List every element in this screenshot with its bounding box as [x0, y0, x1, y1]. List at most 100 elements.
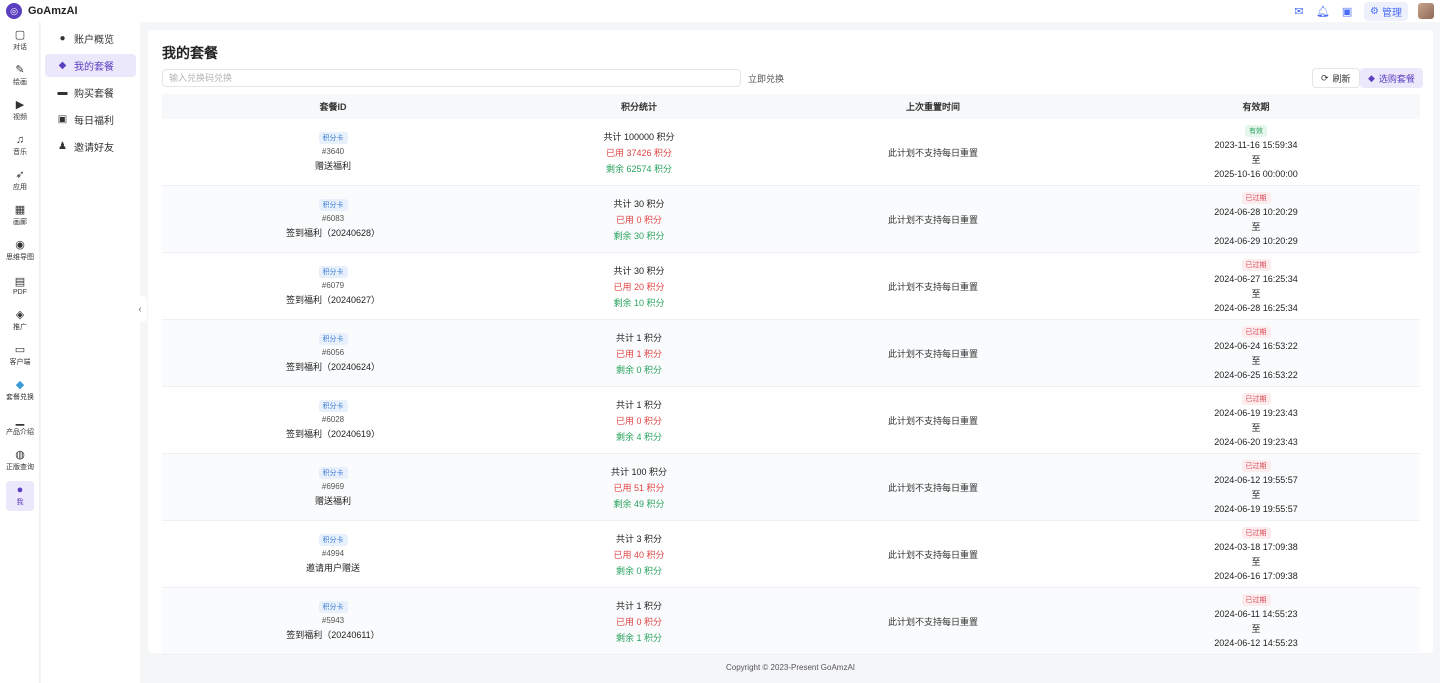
diamond-icon: ◆: [15, 379, 25, 391]
rail-item-promote[interactable]: ◈ 推广: [6, 306, 34, 336]
bell-icon[interactable]: 🔔︎: [1316, 4, 1330, 18]
package-name: 赠送福利: [314, 496, 351, 506]
brand[interactable]: ◎ GoAmzAI: [0, 3, 78, 19]
valid-to-separator: 至: [1251, 222, 1261, 232]
page-title: 我的套餐: [162, 45, 218, 61]
rail-item-verify[interactable]: ◍ 正版查询: [6, 446, 34, 476]
status-badge: 已过期: [1241, 594, 1271, 606]
points-remaining: 剩余 0 积分: [615, 565, 662, 576]
redeem-code-input[interactable]: [162, 69, 741, 87]
rail-item-me[interactable]: ● 我: [6, 481, 34, 511]
subnav-item-my-packages[interactable]: ◆ 我的套餐: [45, 54, 136, 77]
valid-from: 2024-06-28 10:20:29: [1214, 207, 1298, 217]
rail-item-video[interactable]: ▶ 视频: [6, 96, 34, 126]
valid-until: 2024-06-12 14:55:23: [1214, 638, 1298, 648]
rail-label: 产品介绍: [6, 429, 34, 436]
package-table: 套餐ID 积分统计 上次重置时间 有效期 积分卡 #3640 赠送福利 共计 1000…: [162, 94, 1420, 655]
subnav-label: 账户概览: [74, 35, 114, 46]
table-row: 积分卡 #6079 签到福利（20240627） 共计 30 积分 已用 20 积分 剩余…: [162, 253, 1420, 320]
valid-until: 2024-06-20 19:23:43: [1214, 437, 1298, 447]
package-name: 签到福利（20240624）: [285, 362, 381, 372]
avatar[interactable]: [1418, 3, 1434, 19]
rail-item-intro[interactable]: ▁ 产品介绍: [6, 411, 34, 441]
status-badge: 已过期: [1241, 393, 1271, 405]
reset-cell: 此计划不支持每日重置: [774, 481, 1092, 494]
rail-item-client[interactable]: ▭ 客户端: [6, 341, 34, 371]
rail-label: 应用: [13, 184, 27, 191]
points-used: 已用 1 积分: [615, 348, 662, 359]
valid-from: 2024-03-18 17:09:38: [1214, 542, 1298, 552]
points-used: 已用 40 积分: [613, 549, 665, 560]
validity-cell: 已过期 2024-06-28 10:20:29 至 2024-06-29 10:20:…: [1092, 192, 1420, 246]
status-badge: 已过期: [1241, 326, 1271, 338]
valid-from: 2024-06-12 19:55:57: [1214, 475, 1298, 485]
header-points: 积分统计: [620, 102, 657, 112]
points-used: 已用 0 积分: [615, 616, 662, 627]
main-panel: 我的套餐 立即兑换 ⟳ 刷新 ◆ 选购套餐 套餐ID 积分统计 上次重置时间 有…: [148, 30, 1433, 655]
table-row: 积分卡 #4994 邀请用户赠送 共计 3 积分 已用 40 积分 剩余 0 积分 此计划不…: [162, 521, 1420, 588]
points-used: 已用 37426 积分: [605, 147, 673, 158]
valid-until: 2024-06-19 19:55:57: [1214, 504, 1298, 514]
refresh-button[interactable]: ⟳ 刷新: [1312, 68, 1360, 88]
package-cell: 积分卡 #6056 签到福利（20240624）: [162, 333, 504, 373]
footer-copyright: Copyright © 2023-Present GoAmzAI: [725, 663, 856, 672]
gift-icon[interactable]: ▣: [1340, 4, 1354, 18]
package-type-tag: 积分卡: [318, 400, 348, 412]
rocket-icon: ➶: [15, 169, 25, 181]
points-total: 共计 1 积分: [615, 600, 662, 611]
rail-label: 我: [16, 499, 24, 506]
valid-from: 2023-11-16 15:59:34: [1214, 140, 1298, 150]
package-id: #6079: [321, 281, 345, 290]
rail-label: 套餐兑换: [6, 394, 34, 401]
table-header: 套餐ID 积分统计 上次重置时间 有效期: [162, 94, 1420, 119]
subnav-item-invite[interactable]: ♟ 邀请好友: [45, 135, 136, 158]
package-id: #5943: [321, 616, 345, 625]
redeem-button[interactable]: 立即兑换: [748, 72, 784, 85]
rail-label: 音乐: [13, 149, 27, 156]
music-icon: ♫: [15, 134, 25, 146]
admin-button[interactable]: ⚙ 管理: [1364, 1, 1408, 21]
table-row: 积分卡 #6028 签到福利（20240619） 共计 1 积分 已用 0 积分 剩余 4…: [162, 387, 1420, 454]
points-cell: 共计 100000 积分 已用 37426 积分 剩余 62574 积分: [504, 130, 774, 175]
package-cell: 积分卡 #6079 签到福利（20240627）: [162, 266, 504, 306]
rail-item-redeem[interactable]: ◆ 套餐兑换: [6, 376, 34, 406]
gear-icon: ⚙: [1370, 5, 1379, 17]
points-total: 共计 100000 积分: [603, 131, 675, 142]
subnav-label: 购买套餐: [74, 89, 114, 100]
rail-item-music[interactable]: ♫ 音乐: [6, 131, 34, 161]
subnav-label: 我的套餐: [74, 62, 114, 73]
rail-item-gallery[interactable]: ▦ 画廊: [6, 201, 34, 231]
header-package-id: 套餐ID: [319, 102, 347, 112]
rail-item-apps[interactable]: ➶ 应用: [6, 166, 34, 196]
package-id: #6969: [321, 482, 345, 491]
rail-item-paint[interactable]: ✎ 绘画: [6, 61, 34, 91]
subnav-item-account[interactable]: ● 账户概览: [45, 27, 136, 50]
rail-item-chat[interactable]: ▢ 对话: [6, 26, 34, 56]
points-used: 已用 51 积分: [613, 482, 665, 493]
diamond-icon: ◆: [58, 60, 67, 71]
video-icon: ▶: [15, 99, 25, 111]
status-badge: 已过期: [1241, 192, 1271, 204]
subnav-item-daily[interactable]: ▣ 每日福利: [45, 108, 136, 131]
points-cell: 共计 100 积分 已用 51 积分 剩余 49 积分: [504, 465, 774, 510]
reset-info: 此计划不支持每日重置: [887, 616, 978, 627]
status-badge: 已过期: [1241, 527, 1271, 539]
points-total: 共计 3 积分: [615, 533, 662, 544]
valid-to-separator: 至: [1251, 490, 1261, 500]
package-id: #4994: [321, 549, 345, 558]
wechat-icon[interactable]: ✉: [1292, 4, 1306, 18]
rail-item-pdf[interactable]: ▤ PDF: [6, 271, 34, 301]
buy-package-button[interactable]: ◆ 选购套餐: [1360, 68, 1423, 88]
validity-cell: 有效 2023-11-16 15:59:34 至 2025-10-16 00:00:0…: [1092, 125, 1420, 179]
reset-cell: 此计划不支持每日重置: [774, 280, 1092, 293]
package-id: #6028: [321, 415, 345, 424]
package-type-tag: 积分卡: [318, 266, 348, 278]
package-name: 赠送福利: [314, 161, 351, 171]
points-total: 共计 1 积分: [615, 332, 662, 343]
collapse-handle[interactable]: ‹: [133, 296, 147, 322]
rail-item-mindmap[interactable]: ◉ 思维导图: [6, 236, 34, 266]
valid-from: 2024-06-19 19:23:43: [1214, 408, 1298, 418]
reset-info: 此计划不支持每日重置: [887, 482, 978, 493]
status-badge: 已过期: [1241, 460, 1271, 472]
subnav-item-buy[interactable]: ▬ 购买套餐: [45, 81, 136, 104]
